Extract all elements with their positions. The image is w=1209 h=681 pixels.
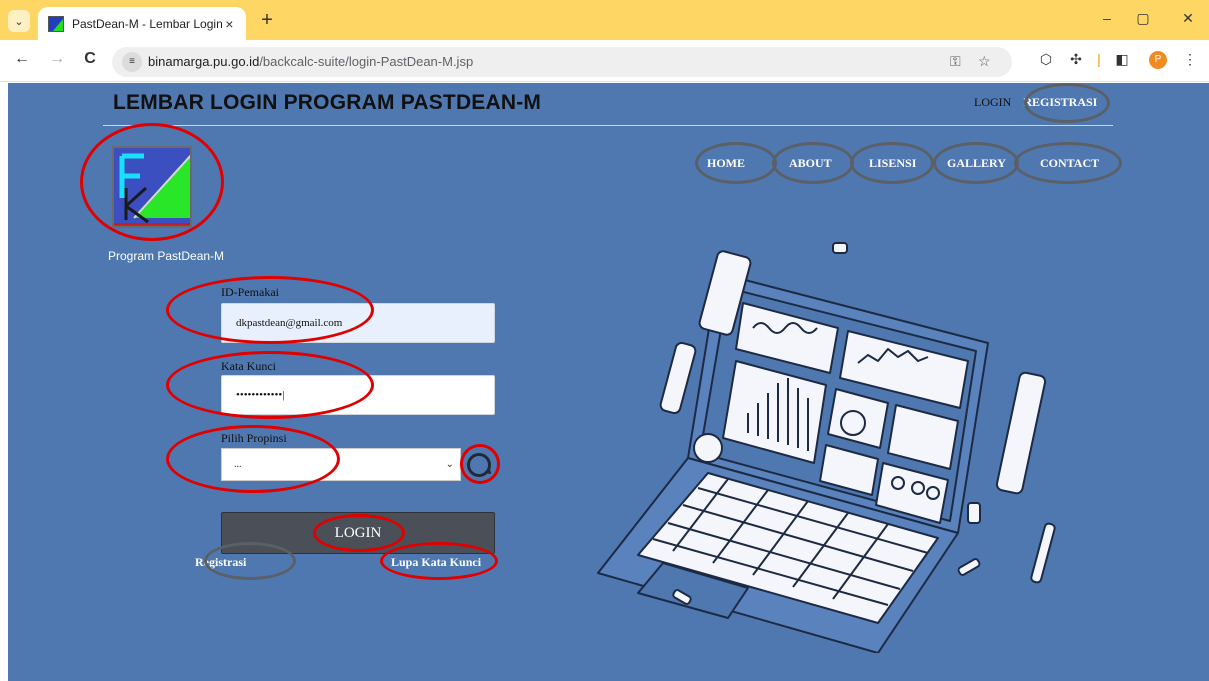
star-icon[interactable]: ☆ bbox=[978, 53, 991, 70]
back-arrow-icon[interactable]: ← bbox=[12, 50, 32, 68]
chevron-down-icon: ⌄ bbox=[445, 459, 454, 470]
close-window-icon[interactable]: ✕ bbox=[1178, 10, 1198, 27]
address-bar[interactable]: ≡ binamarga.pu.go.id/backcalc-suite/logi… bbox=[112, 47, 1012, 77]
refresh-icon[interactable] bbox=[467, 453, 491, 477]
province-selected-value: ... bbox=[234, 459, 242, 470]
password-label: Kata Kunci bbox=[221, 359, 276, 373]
forgot-password-link[interactable]: Lupa Kata Kunci bbox=[391, 555, 481, 570]
logo-caption: Program PastDean-M bbox=[108, 249, 225, 263]
password-input[interactable]: ••••••••••••| bbox=[221, 375, 495, 415]
nav-lisensi[interactable]: LISENSI bbox=[869, 156, 916, 171]
province-select[interactable]: ... ⌄ bbox=[221, 448, 461, 481]
header-registrasi-link[interactable]: REGISTRASI bbox=[1023, 95, 1097, 110]
page-title: LEMBAR LOGIN PROGRAM PASTDEAN-M bbox=[113, 91, 542, 114]
puzzle-icon[interactable]: ✣ bbox=[1067, 51, 1085, 68]
header-divider bbox=[103, 125, 1113, 126]
shield-extension-icon[interactable]: ⬡ bbox=[1037, 51, 1055, 68]
tab-title: PastDean-M - Lembar Login bbox=[72, 16, 223, 31]
nav-contact[interactable]: CONTACT bbox=[1040, 156, 1099, 171]
login-button[interactable]: LOGIN bbox=[221, 512, 495, 554]
nav-home[interactable]: HOME bbox=[707, 156, 745, 171]
url-text[interactable]: binamarga.pu.go.id/backcalc-suite/login-… bbox=[148, 54, 473, 69]
profile-avatar[interactable]: P bbox=[1149, 51, 1167, 69]
header-links: LOGIN REGISTRASI bbox=[974, 95, 1097, 110]
kebab-menu-icon[interactable]: ⋮ bbox=[1181, 51, 1199, 68]
laptop-dashboard-illustration bbox=[597, 242, 1056, 653]
key-icon[interactable]: ⚿ bbox=[950, 53, 961, 70]
maximize-icon[interactable]: ▢ bbox=[1133, 10, 1153, 27]
register-link[interactable]: Registrasi bbox=[195, 555, 246, 570]
browser-tab[interactable]: PastDean-M - Lembar Login × bbox=[38, 7, 246, 40]
header-login-link[interactable]: LOGIN bbox=[974, 95, 1011, 110]
tab-strip: ⌄ PastDean-M - Lembar Login × + – ▢ ✕ bbox=[0, 0, 1209, 40]
tab-close-icon[interactable]: × bbox=[223, 16, 236, 32]
user-id-input[interactable]: dkpastdean@gmail.com bbox=[221, 303, 495, 343]
nav-gallery[interactable]: GALLERY bbox=[947, 156, 1006, 171]
side-panel-icon[interactable]: ◧ bbox=[1113, 51, 1131, 68]
toolbar-separator: | bbox=[1097, 51, 1101, 67]
browser-toolbar: ← → C ≡ binamarga.pu.go.id/backcalc-suit… bbox=[0, 40, 1209, 82]
favicon-icon bbox=[48, 15, 64, 32]
user-id-label: ID-Pemakai bbox=[221, 285, 279, 299]
tune-icon[interactable]: ≡ bbox=[122, 52, 142, 72]
program-logo bbox=[112, 146, 192, 228]
tab-search-chevron-down-icon[interactable]: ⌄ bbox=[8, 10, 30, 32]
nav-about[interactable]: ABOUT bbox=[789, 156, 832, 171]
login-page: LEMBAR LOGIN PROGRAM PASTDEAN-M LOGIN RE… bbox=[8, 83, 1209, 681]
reload-icon[interactable]: C bbox=[80, 50, 100, 68]
forward-arrow-icon[interactable]: → bbox=[47, 50, 67, 68]
province-label: Pilih Propinsi bbox=[221, 431, 287, 445]
minimize-icon[interactable]: – bbox=[1097, 10, 1117, 26]
new-tab-button[interactable]: + bbox=[256, 9, 278, 31]
